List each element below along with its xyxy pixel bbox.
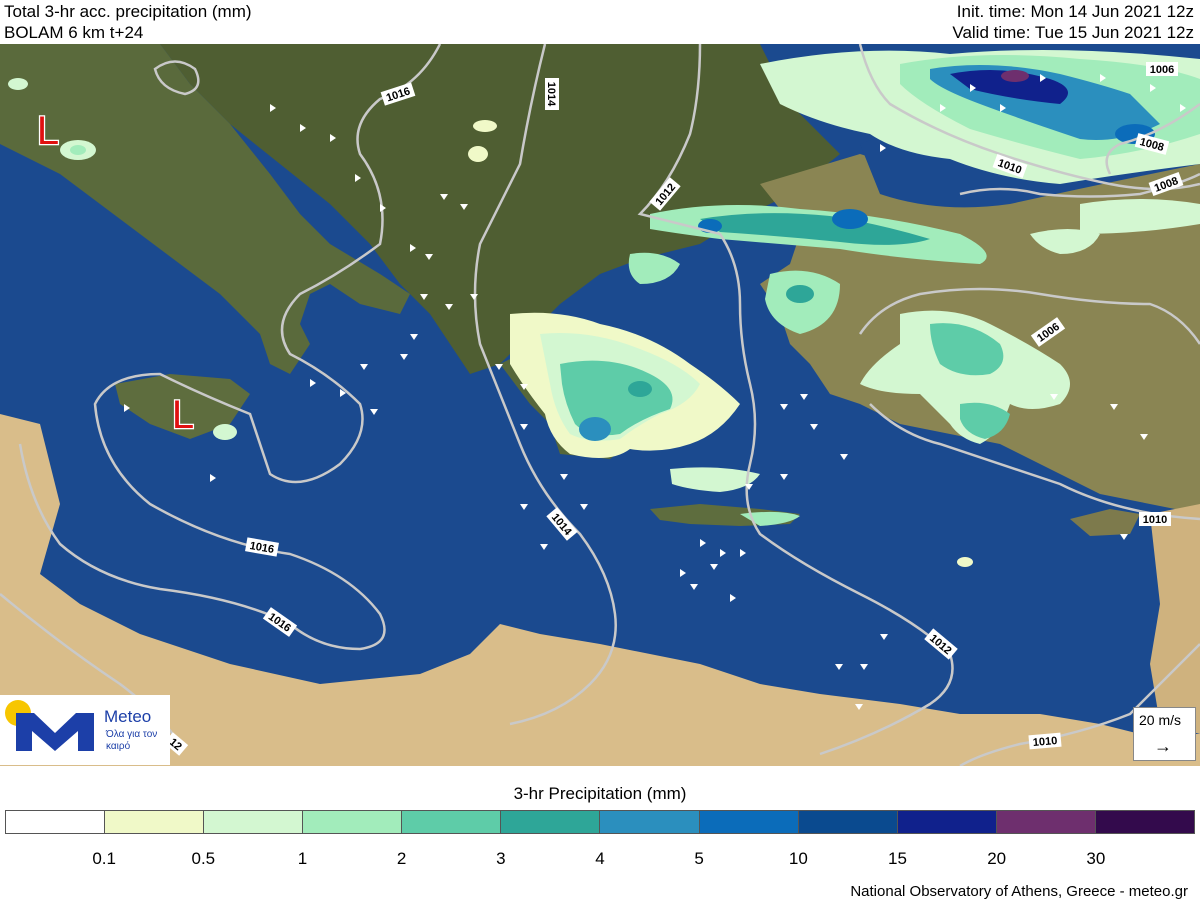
init-time: Init. time: Mon 14 Jun 2021 12z [956,2,1194,21]
arrow-right-icon: → [1154,736,1172,756]
logo-tagline: Όλα για τον καιρό [106,729,158,752]
logo-name: Meteo [104,707,152,726]
legend-swatch [699,811,799,833]
legend-tick-label: 0.5 [191,849,216,868]
map-canvas: 1016 1014 1012 1010 1008 1006 1016 1016 … [0,44,1200,766]
isobar-label: 1010 [1143,514,1167,526]
legend-swatch [1095,811,1194,833]
legend-swatch [105,811,205,833]
legend-tick-label: 4 [595,849,605,868]
legend-swatch [303,811,403,833]
legend-tick-label: 3 [496,849,506,868]
land-levant [1150,504,1200,734]
map-title: Total 3-hr acc. precipitation (mm) BOLAM… [4,1,252,43]
meteo-logo: Meteo Όλα για τον καιρό [0,695,170,765]
legend-tick-label: 0.1 [92,849,116,868]
legend-tick-label: 2 [396,849,407,868]
title-line-1: Total 3-hr acc. precipitation (mm) [4,2,252,21]
isobar-label: 1010 [1032,735,1057,749]
legend-title: 3-hr Precipitation (mm) [513,784,687,803]
legend-swatch [600,811,700,833]
legend-tick-label: 20 [987,849,1007,868]
wind-reference-label: 20 m/s [1139,712,1182,728]
legend-tick-label: 10 [788,849,808,868]
isobar-label: 1006 [1150,64,1174,76]
legend-tick-label: 1 [297,849,308,868]
low-pressure-marker: L [172,393,194,437]
legend-tick-label: 5 [694,849,704,868]
legend-color-bar [5,810,1195,834]
legend-swatch [798,811,898,833]
valid-time: Valid time: Tue 15 Jun 2021 12z [952,23,1194,42]
legend-swatch [897,811,997,833]
title-line-2: BOLAM 6 km t+24 [4,23,144,42]
legend-swatch [501,811,601,833]
legend-swatch [204,811,304,833]
legend-tick-label: 30 [1086,849,1106,868]
low-pressure-marker: L [37,109,59,153]
legend-swatch [996,811,1096,833]
legend-swatch [402,811,502,833]
legend-swatch [6,811,106,833]
credit: National Observatory of Athens, Greece -… [850,883,1188,900]
isobar-label: 1014 [545,82,557,107]
m-logo-icon [16,713,94,751]
time-info: Init. time: Mon 14 Jun 2021 12z Valid ti… [952,1,1194,43]
wind-reference: 20 m/s → [1133,707,1196,761]
precipitation-map: 1016 1014 1012 1010 1008 1006 1016 1016 … [0,44,1200,766]
legend-tick-label: 15 [888,849,907,868]
